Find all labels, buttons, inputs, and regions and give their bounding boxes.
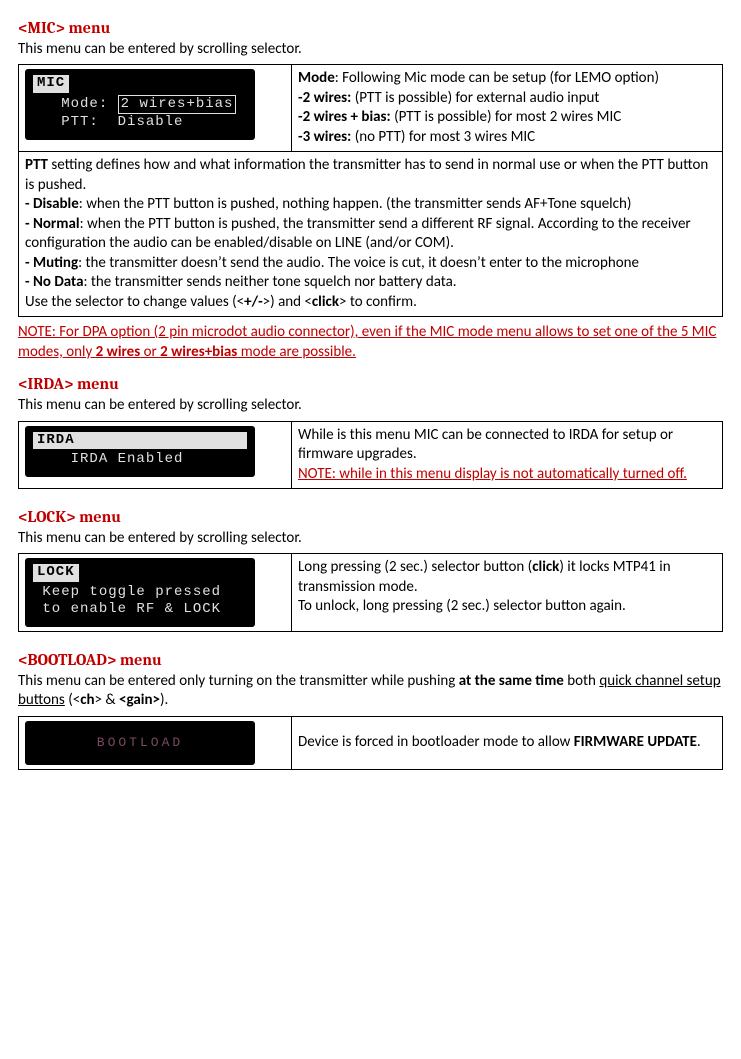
bootload-lcd-cell: BOOTLOAD: [19, 716, 292, 769]
mic-table: MIC Mode: 2 wires+bias PTT: Disable Mode…: [18, 64, 723, 317]
mic-lcd-cell: MIC Mode: 2 wires+bias PTT: Disable: [19, 65, 292, 152]
irda-desc: While is this menu MIC can be connected …: [298, 426, 673, 464]
lcd-mode-label: Mode:: [61, 96, 108, 112]
mic-intro: This menu can be entered by scrolling se…: [18, 40, 723, 60]
bootload-text: BOOTLOAD: [97, 735, 183, 750]
lock-desc-cell: Long pressing (2 sec.) selector button (…: [292, 554, 723, 632]
lcd-title: MIC: [33, 75, 69, 93]
mic-ptt-desc: PTT setting defines how and what informa…: [19, 152, 723, 317]
lock-p1: Long pressing (2 sec.) selector button (…: [298, 558, 671, 596]
lock-intro: This menu can be entered by scrolling se…: [18, 529, 723, 549]
irda-note: NOTE: while in this menu display is not …: [298, 465, 687, 483]
ptt-muting: - Muting: [25, 254, 78, 272]
bootload-heading: <BOOTLOAD> menu: [18, 650, 723, 671]
bootload-lcd: BOOTLOAD: [25, 721, 255, 765]
irda-status: IRDA Enabled: [71, 451, 184, 467]
irda-heading: <IRDA> menu: [18, 374, 723, 395]
irda-desc-cell: While is this menu MIC can be connected …: [292, 421, 723, 489]
mode-rest: : Following Mic mode can be setup (for L…: [335, 69, 659, 87]
ptt-normal: - Normal: [25, 215, 80, 233]
mic-heading: <MIC> menu: [18, 18, 723, 39]
ptt-disable: - Disable: [25, 195, 79, 213]
bootload-desc: Device is forced in bootloader mode to a…: [298, 733, 701, 751]
mic-mode-desc: Mode: Following Mic mode can be setup (f…: [292, 65, 723, 152]
mic-lcd: MIC Mode: 2 wires+bias PTT: Disable: [25, 69, 255, 140]
lock-table: LOCK Keep toggle pressed to enable RF & …: [18, 553, 723, 632]
lock-lcd-cell: LOCK Keep toggle pressed to enable RF & …: [19, 554, 292, 632]
lock-row1: Keep toggle pressed: [42, 584, 221, 600]
ptt-nodata: - No Data: [25, 273, 84, 291]
lcd-title: LOCK: [33, 564, 79, 582]
bootload-desc-cell: Device is forced in bootloader mode to a…: [292, 716, 723, 769]
mic-note: NOTE: For DPA option (2 pin microdot aud…: [18, 323, 723, 362]
mode-label: Mode: [298, 69, 335, 87]
lock-heading: <LOCK> menu: [18, 507, 723, 528]
lcd-title: IRDA: [33, 432, 247, 450]
lcd-ptt-value: Disable: [118, 114, 184, 130]
irda-intro: This menu can be entered by scrolling se…: [18, 396, 723, 416]
ptt-label: PTT: [25, 156, 48, 174]
opt-2wires: -2 wires:: [298, 89, 351, 107]
opt-2wires-bias: -2 wires + bias:: [298, 108, 391, 126]
irda-table: IRDA IRDA Enabled While is this menu MIC…: [18, 421, 723, 490]
opt-3wires: -3 wires:: [298, 128, 351, 146]
selector-hint: Use the selector to change values (<+/->…: [25, 293, 417, 311]
lock-row2: to enable RF & LOCK: [42, 601, 221, 617]
lock-p2: To unlock, long pressing (2 sec.) select…: [298, 597, 626, 615]
irda-lcd-cell: IRDA IRDA Enabled: [19, 421, 292, 489]
lcd-ptt-label: PTT:: [61, 114, 99, 130]
bootload-intro: This menu can be entered only turning on…: [18, 672, 723, 711]
bootload-table: BOOTLOAD Device is forced in bootloader …: [18, 716, 723, 770]
lock-lcd: LOCK Keep toggle pressed to enable RF & …: [25, 558, 255, 627]
lcd-mode-value: 2 wires+bias: [118, 95, 237, 115]
irda-lcd: IRDA IRDA Enabled: [25, 426, 255, 477]
